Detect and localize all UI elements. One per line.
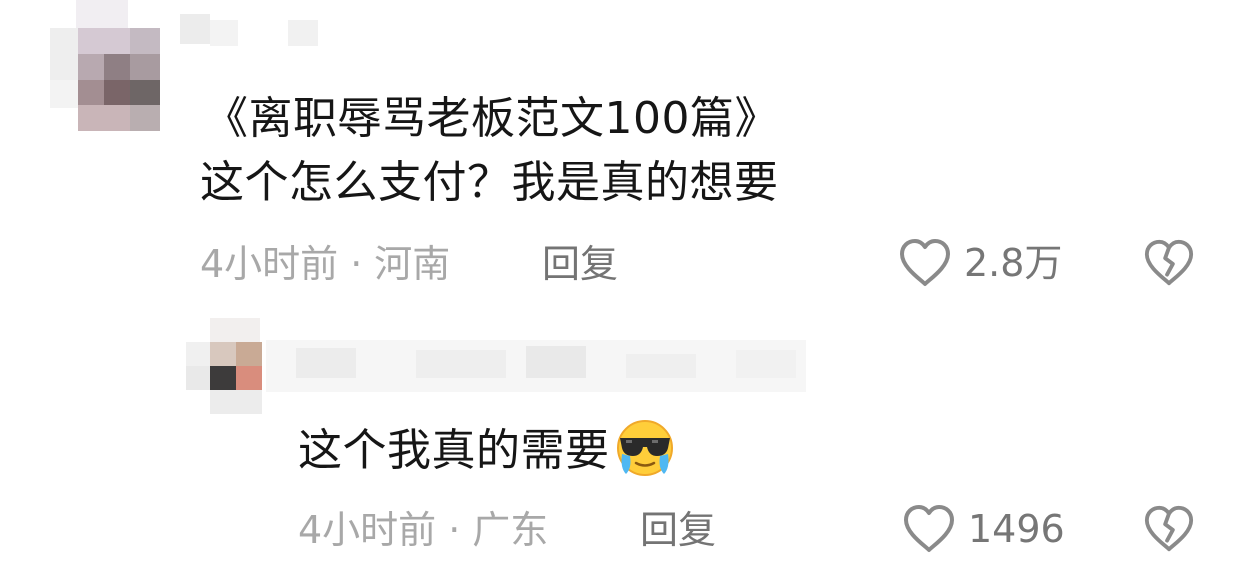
comment-text-line-1: 《离职辱骂老板范文100篇》	[204, 93, 779, 144]
heart-outline-icon	[904, 505, 954, 552]
heart-outline-icon	[900, 239, 950, 286]
crying-cool-sunglasses-emoji	[616, 420, 673, 476]
comment-time: 4小时前	[298, 508, 437, 552]
meta-separator: ·	[350, 242, 363, 286]
comment-text-line-2: 这个怎么支付？我是真的想要	[200, 157, 779, 208]
username[interactable]	[266, 340, 806, 392]
like-button[interactable]: 2.8万	[898, 238, 1062, 288]
comment-meta: 4小时前 · 河南	[200, 240, 450, 288]
broken-heart-icon[interactable]	[1143, 238, 1195, 288]
comment-location: 河南	[374, 242, 451, 286]
username[interactable]	[180, 14, 360, 54]
meta-separator: ·	[448, 508, 461, 552]
avatar[interactable]	[186, 318, 266, 422]
avatar[interactable]	[50, 0, 180, 140]
reply-button[interactable]: 回复	[640, 506, 716, 554]
reply-text-content: 这个我真的需要	[298, 425, 610, 476]
like-button[interactable]: 1496	[902, 504, 1065, 554]
like-count: 1496	[968, 507, 1065, 551]
comment-location: 广东	[472, 508, 549, 552]
like-count: 2.8万	[964, 241, 1063, 285]
broken-heart-icon[interactable]	[1143, 504, 1195, 554]
reply-text: 这个我真的需要	[298, 420, 678, 484]
comment-time: 4小时前	[200, 242, 339, 286]
reply-button[interactable]: 回复	[542, 240, 618, 288]
comment-meta: 4小时前 · 广东	[298, 506, 548, 554]
